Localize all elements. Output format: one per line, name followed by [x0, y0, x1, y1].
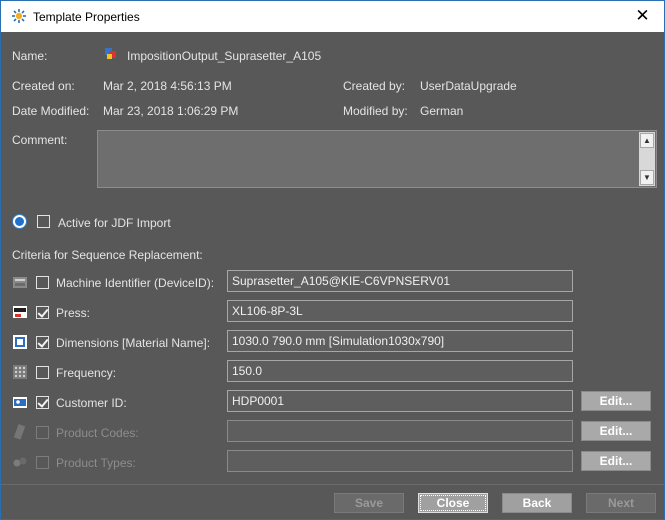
product-codes-icon	[13, 424, 26, 440]
template-properties-window: Template Properties ✕ Name: ImpositionOu…	[0, 0, 665, 520]
product-codes-checkbox[interactable]	[36, 426, 49, 439]
product-types-checkbox[interactable]	[36, 456, 49, 469]
modified-by-value: German	[420, 104, 464, 118]
criteria-heading: Criteria for Sequence Replacement:	[12, 248, 203, 262]
back-button[interactable]: Back	[502, 493, 572, 513]
frequency-icon	[13, 365, 27, 379]
product-types-icon	[13, 457, 27, 467]
created-by-label: Created by:	[343, 79, 406, 93]
jdf-import-label: Active for JDF Import	[58, 216, 171, 230]
customer-id-field[interactable]: HDP0001	[227, 390, 573, 412]
template-icon	[105, 48, 116, 59]
machine-icon	[13, 277, 27, 288]
machine-id-label: Machine Identifier (DeviceID):	[56, 276, 215, 290]
comment-textarea[interactable]: ▲ ▼	[97, 130, 657, 188]
jdf-import-checkbox[interactable]	[37, 215, 50, 228]
machine-id-field[interactable]: Suprasetter_A105@KIE-C6VPNSERV01	[227, 270, 573, 292]
comment-scrollbar[interactable]: ▲ ▼	[639, 132, 655, 186]
product-types-field[interactable]	[227, 450, 573, 472]
dialog-footer: Save Close Back Next	[1, 484, 664, 519]
product-codes-field[interactable]	[227, 420, 573, 442]
customer-icon	[13, 397, 27, 408]
close-window-button[interactable]: ✕	[621, 1, 664, 32]
comment-label: Comment:	[12, 133, 68, 147]
press-field[interactable]: XL106-8P-3L	[227, 300, 573, 322]
close-button[interactable]: Close	[418, 493, 488, 513]
created-by-value: UserDataUpgrade	[420, 79, 517, 93]
press-checkbox[interactable]	[36, 306, 49, 319]
dimensions-icon	[13, 335, 27, 349]
app-logo-icon	[12, 9, 26, 23]
scroll-down-icon[interactable]: ▼	[640, 170, 654, 185]
customer-id-label: Customer ID:	[56, 396, 127, 410]
dimensions-label: Dimensions [Material Name]:	[56, 336, 211, 350]
frequency-checkbox[interactable]	[36, 366, 49, 379]
template-name: ImpositionOutput_Suprasetter_A105	[127, 49, 322, 63]
created-on-value: Mar 2, 2018 4:56:13 PM	[103, 79, 232, 93]
product-types-label: Product Types:	[56, 456, 136, 470]
modified-by-label: Modified by:	[343, 104, 408, 118]
machine-id-checkbox[interactable]	[36, 276, 49, 289]
press-icon	[13, 306, 27, 318]
next-button[interactable]: Next	[586, 493, 656, 513]
product-codes-label: Product Codes:	[56, 426, 139, 440]
frequency-field[interactable]: 150.0	[227, 360, 573, 382]
customer-id-checkbox[interactable]	[36, 396, 49, 409]
title-bar: Template Properties ✕	[1, 1, 664, 32]
date-modified-value: Mar 23, 2018 1:06:29 PM	[103, 104, 239, 118]
created-on-label: Created on:	[12, 79, 75, 93]
product-codes-edit-button[interactable]: Edit...	[581, 421, 651, 441]
frequency-label: Frequency:	[56, 366, 117, 380]
dimensions-field[interactable]: 1030.0 790.0 mm [Simulation1030x790]	[227, 330, 573, 352]
save-button[interactable]: Save	[334, 493, 404, 513]
product-types-edit-button[interactable]: Edit...	[581, 451, 651, 471]
jdf-active-radio[interactable]	[12, 214, 27, 229]
window-title: Template Properties	[33, 10, 140, 24]
date-modified-label: Date Modified:	[12, 104, 90, 118]
dialog-content: Name: ImpositionOutput_Suprasetter_A105 …	[1, 32, 664, 484]
press-label: Press:	[56, 306, 91, 320]
scroll-up-icon[interactable]: ▲	[640, 133, 654, 148]
dimensions-checkbox[interactable]	[36, 336, 49, 349]
name-label: Name:	[12, 49, 48, 63]
customer-id-edit-button[interactable]: Edit...	[581, 391, 651, 411]
